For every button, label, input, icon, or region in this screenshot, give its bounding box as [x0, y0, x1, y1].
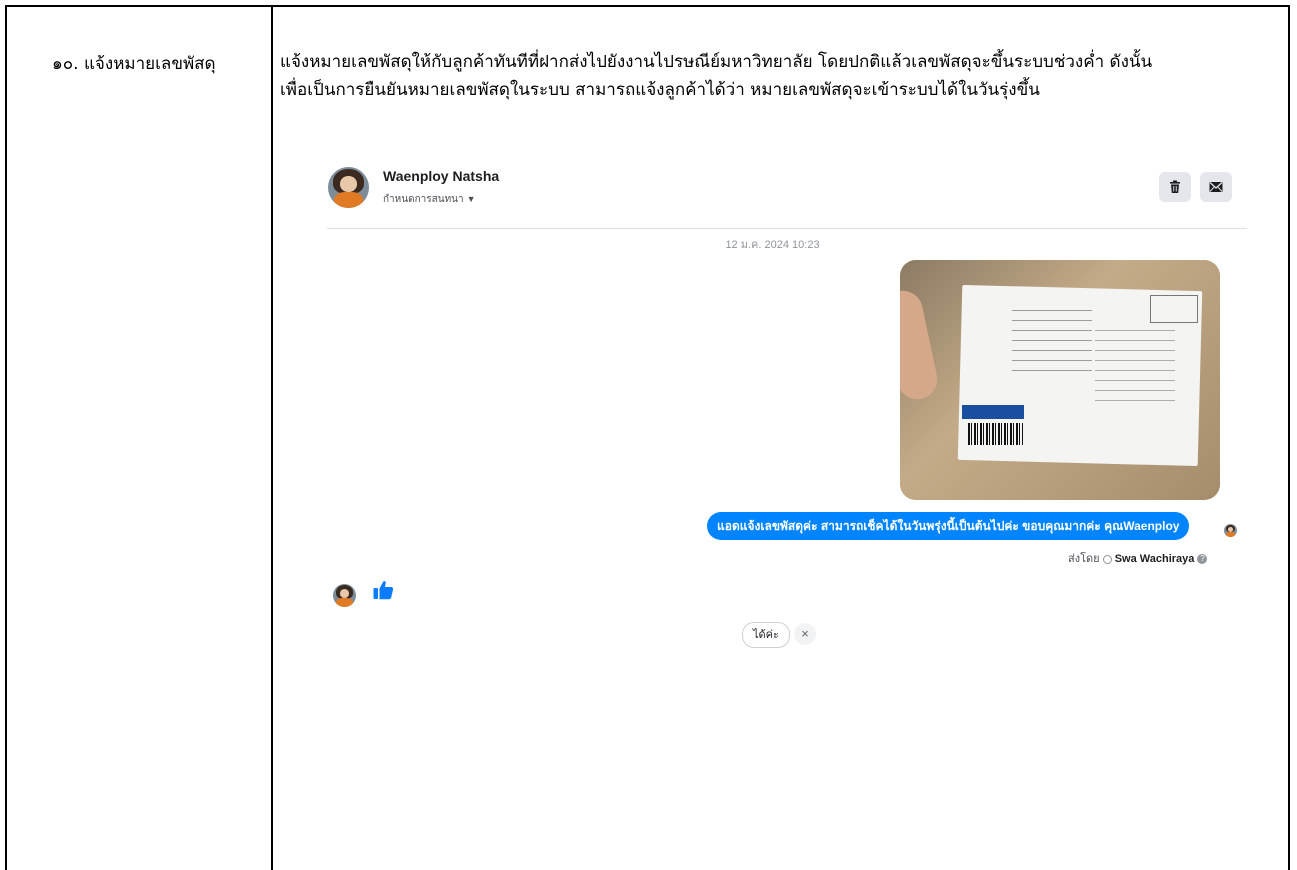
- description-line-1: แจ้งหมายเลขพัสดุให้กับลูกค้าทันทีที่ฝากส…: [280, 52, 1153, 72]
- close-icon[interactable]: ×: [794, 623, 816, 645]
- barcode: [968, 423, 1023, 445]
- delete-button[interactable]: [1159, 172, 1191, 202]
- row-label: ๑๐. แจ้งหมายเลขพัสดุ: [52, 54, 216, 74]
- sent-by-prefix: ส่งโดย: [1068, 553, 1100, 565]
- question-icon[interactable]: ?: [1197, 554, 1208, 565]
- conversation-settings-label: กำหนดการสนทนา: [383, 194, 464, 205]
- thumbs-up-icon: [373, 581, 394, 600]
- caret-down-icon: ▼: [466, 194, 476, 204]
- envelope-icon: [1209, 182, 1223, 192]
- parcel-photo[interactable]: [900, 260, 1220, 500]
- conversation-settings[interactable]: กำหนดการสนทนา ▼: [383, 192, 476, 207]
- quick-reply-button[interactable]: ได้ค่ะ: [742, 622, 790, 648]
- sent-message-bubble[interactable]: แอดแจ้งเลขพัสดุค่ะ สามารถเช็คได้ในวันพรุ…: [707, 512, 1190, 540]
- contact-name[interactable]: Waenploy Natsha: [383, 168, 499, 184]
- messenger-screenshot: Waenploy Natsha กำหนดการสนทนา ▼ 12 ม.ค. 2…: [320, 150, 1260, 670]
- mail-button[interactable]: [1200, 172, 1232, 202]
- table-border-right: [1288, 5, 1290, 870]
- contact-avatar-small: [333, 584, 356, 607]
- table-border-left: [5, 5, 7, 870]
- sent-by: ส่งโดย Swa Wachiraya ?: [1068, 549, 1208, 567]
- read-receipt-avatar: [1224, 524, 1237, 537]
- message-timestamp: 12 ม.ค. 2024 10:23: [725, 239, 820, 251]
- description-line-2: เพื่อเป็นการยืนยันหมายเลขพัสดุในระบบ สาม…: [280, 80, 1040, 100]
- table-border-column: [271, 5, 273, 870]
- like-reaction: [373, 580, 394, 606]
- ems-logo: [962, 405, 1024, 419]
- table-border-top: [5, 5, 1288, 7]
- trash-icon: [1170, 180, 1180, 193]
- header-divider: [327, 228, 1247, 229]
- row-description: แจ้งหมายเลขพัสดุให้กับลูกค้าทันทีที่ฝากส…: [280, 48, 1285, 104]
- contact-avatar[interactable]: [328, 167, 369, 208]
- page-icon: [1102, 554, 1112, 564]
- sent-by-name[interactable]: Swa Wachiraya: [1115, 553, 1195, 565]
